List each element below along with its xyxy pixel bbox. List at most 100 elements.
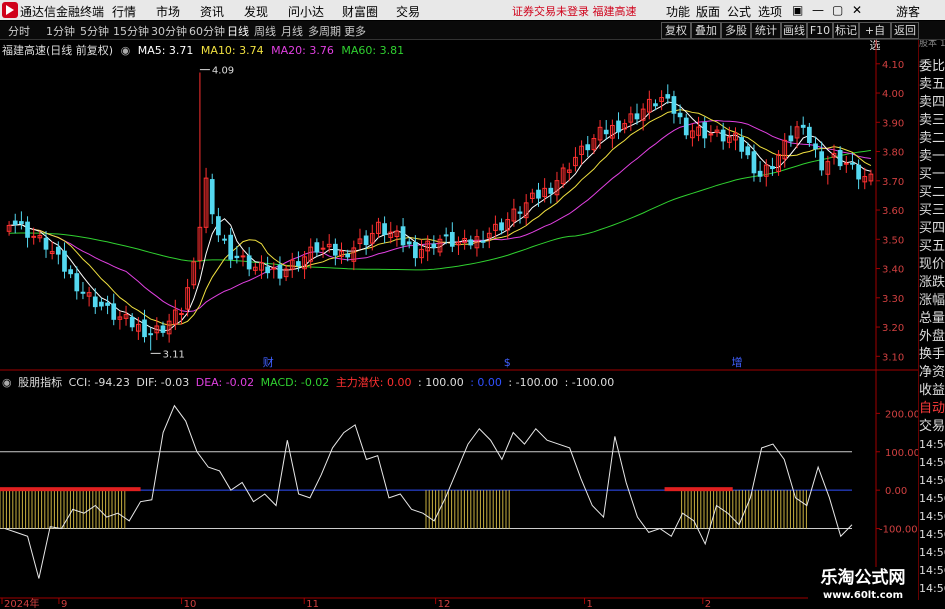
quote-row-11: 现价 xyxy=(919,257,945,272)
candle-body-20 xyxy=(129,316,135,328)
candle-body-50 xyxy=(314,242,320,253)
watermark-url: www.60lt.com xyxy=(822,590,903,601)
candle-body-4 xyxy=(31,235,37,238)
candle-body-38 xyxy=(240,255,246,258)
quote-row-22: 14:56 xyxy=(919,456,945,469)
candle-body-107 xyxy=(665,94,671,99)
candle-body-83 xyxy=(517,211,523,214)
quote-row-16: 换手 xyxy=(919,347,945,362)
candle-body-116 xyxy=(720,129,726,142)
quote-row-19: 自动 xyxy=(919,401,945,416)
candle-body-136 xyxy=(843,162,849,165)
ma10-label: MA10: 3.74 xyxy=(200,44,264,57)
candle-body-94 xyxy=(585,144,591,151)
candle-body-2 xyxy=(19,221,24,225)
candle-body-12 xyxy=(80,291,86,294)
quote-row-21: 14:56 xyxy=(919,438,945,451)
candle-body-105 xyxy=(653,103,658,107)
indicator-toggle-icon[interactable]: ◉ xyxy=(2,376,12,389)
event-mark-0: 财 xyxy=(263,355,274,369)
price-marks: 4.09 3.11 财 $ 增 xyxy=(150,66,742,369)
sub-tick-label-3: -100.00 xyxy=(879,525,918,536)
candle-body-110 xyxy=(683,117,689,136)
quote-row-23: 14:56 xyxy=(919,474,945,487)
price-tick-label-4: 3.70 xyxy=(882,177,904,188)
quote-row-27: 14:56 xyxy=(919,546,945,559)
price-tick-label-8: 3.30 xyxy=(882,294,904,305)
level-0-label: : 0.00 xyxy=(470,376,502,389)
candle-body-16 xyxy=(105,302,110,306)
candle-body-55 xyxy=(345,253,351,258)
candle-body-129 xyxy=(800,124,806,128)
candle-body-15 xyxy=(99,301,104,307)
signal-red-0 xyxy=(0,487,141,492)
candle-body-11 xyxy=(74,273,80,292)
watermark-title: 乐淘公式网 xyxy=(820,568,906,588)
candle-body-86 xyxy=(536,189,541,199)
candle-body-97 xyxy=(603,129,609,135)
stock-title[interactable]: 福建高速(日线 前复权) xyxy=(2,44,113,57)
candle-body-36 xyxy=(228,234,234,260)
candle-body-22 xyxy=(142,319,147,338)
price-tick-label-10: 3.10 xyxy=(882,352,904,363)
candle-body-66 xyxy=(413,241,418,259)
cci-label: CCI: -94.23 xyxy=(68,376,130,389)
quote-row-26: 14:56 xyxy=(919,528,945,541)
candle-body-9 xyxy=(62,250,67,272)
candle-body-65 xyxy=(406,241,412,245)
site-watermark: 乐淘公式网 www.60lt.com xyxy=(808,567,918,609)
indicator-legend: ◉ 股朋指标 CCI: -94.23 DIF: -0.03 DEA: -0.02… xyxy=(2,374,617,390)
quote-row-28: 14:56 xyxy=(919,564,945,577)
candle-body-35 xyxy=(222,238,227,241)
candle-body-88 xyxy=(548,187,554,194)
indicator-panel: 200.00 100.00 0.00 -100.00 xyxy=(0,404,920,579)
ma-legend: 福建高速(日线 前复权) ◉ MA5: 3.71 MA10: 3.74 MA20… xyxy=(2,42,408,58)
candle-body-80 xyxy=(499,222,504,231)
candle-body-71 xyxy=(443,234,449,237)
quote-row-1: 卖五 xyxy=(919,77,945,92)
candle-body-109 xyxy=(677,112,683,118)
candle-body-113 xyxy=(702,122,708,139)
event-mark-2: 增 xyxy=(731,355,742,369)
legend-toggle-icon[interactable]: ◉ xyxy=(121,44,131,57)
date-axis: 2024年 9 10 11 12 1 2 xyxy=(1,597,711,609)
quote-row-3: 卖三 xyxy=(919,113,945,128)
candle-body-44 xyxy=(277,264,283,279)
ma5-label: MA5: 3.71 xyxy=(137,44,194,57)
kline-chart[interactable]: 4.10 4.00 3.90 3.80 3.70 3.60 3.50 3.40 3.30 3.20… xyxy=(0,0,945,609)
candle-body-75 xyxy=(468,239,474,246)
quote-row-12: 涨跌 xyxy=(919,275,945,290)
quote-row-10: 买五 xyxy=(919,239,945,254)
candle-body-6 xyxy=(43,237,49,250)
candle-body-37 xyxy=(234,255,240,259)
candle-body-137 xyxy=(850,162,855,165)
x-tick-label-6: 2 xyxy=(705,599,711,609)
main-force-label: 主力潜伏: 0.00 xyxy=(335,376,412,389)
price-tick-label-2: 3.90 xyxy=(882,118,904,129)
x-tick-label-2: 10 xyxy=(184,599,197,609)
quote-row-5: 卖一 xyxy=(919,149,945,164)
candle-body-53 xyxy=(333,243,338,256)
candle-body-33 xyxy=(209,179,215,215)
x-tick-label-0: 2024年 xyxy=(4,597,39,609)
cci-line xyxy=(4,404,853,579)
candle-body-43 xyxy=(271,267,277,270)
quote-row-6: 买一 xyxy=(919,167,945,182)
quote-row-29: 14:56 xyxy=(919,582,945,595)
x-tick-label-1: 9 xyxy=(61,599,67,609)
quote-row-14: 总量 xyxy=(919,311,945,326)
candle-body-61 xyxy=(382,223,387,236)
level-neg100b-label: : -100.00 xyxy=(564,376,615,389)
candle-body-114 xyxy=(708,133,714,136)
candle-body-8 xyxy=(55,246,61,255)
sub-tick-label-2: 0.00 xyxy=(885,486,907,497)
candle-body-121 xyxy=(751,151,757,174)
quote-row-17: 净资 xyxy=(919,365,945,380)
candle-body-135 xyxy=(837,149,843,167)
candle-body-122 xyxy=(757,170,763,177)
candle-body-58 xyxy=(363,235,369,246)
level-100-label: : 100.00 xyxy=(418,376,464,389)
candle-body-138 xyxy=(856,164,861,180)
indicator-name[interactable]: 股朋指标 xyxy=(18,376,62,389)
candle-body-25 xyxy=(160,325,166,333)
